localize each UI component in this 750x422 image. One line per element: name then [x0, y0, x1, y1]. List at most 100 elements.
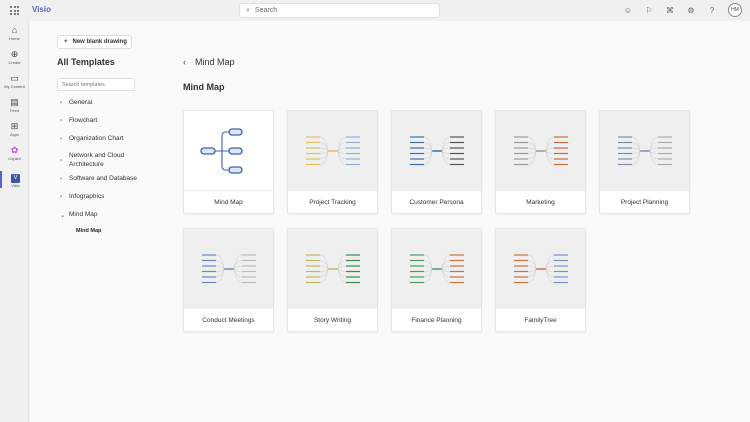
- category-general[interactable]: › General: [60, 99, 92, 106]
- category-organization-chart[interactable]: › Organization Chart: [60, 135, 124, 142]
- category-label: Software and Database: [69, 175, 137, 182]
- rail-copilot[interactable]: ✿ Copilot: [0, 145, 29, 161]
- template-label: FamilyTree: [496, 308, 585, 332]
- section-title: Mind Map: [183, 82, 225, 92]
- apps-icon: ⊞: [10, 121, 19, 131]
- main-area: [30, 21, 750, 422]
- template-card[interactable]: Marketing: [495, 110, 586, 214]
- rail-visio[interactable]: V Visio: [0, 171, 29, 188]
- chevron-right-icon: ›: [60, 157, 63, 164]
- template-thumbnail[interactable]: [392, 111, 481, 190]
- template-label: Project Planning: [600, 190, 689, 214]
- rail-label: Home: [9, 36, 20, 41]
- template-label: Customer Persona: [392, 190, 481, 214]
- app-launcher-icon[interactable]: [10, 6, 19, 15]
- all-templates-title: All Templates: [57, 57, 115, 67]
- template-thumbnail[interactable]: [496, 229, 585, 308]
- template-preview-icon: [617, 135, 672, 165]
- category-software-database[interactable]: › Software and Database: [60, 175, 137, 182]
- template-preview-icon: [305, 253, 360, 283]
- rail-feed[interactable]: ▤ Feed: [0, 97, 29, 113]
- chevron-down-icon: ⌄: [60, 212, 66, 219]
- search-icon: ⌕: [246, 6, 250, 14]
- template-label: Conduct Meetings: [184, 308, 273, 332]
- template-card[interactable]: Story Writing: [287, 228, 378, 332]
- template-preview-icon: [409, 253, 464, 283]
- template-thumbnail[interactable]: [184, 111, 273, 190]
- category-flowchart[interactable]: › Flowchart: [60, 117, 97, 124]
- app-name[interactable]: Visio: [32, 5, 51, 14]
- rail-label: Copilot: [8, 156, 21, 161]
- template-preview-icon: [513, 253, 568, 283]
- app-rail: ⌂ Home ⊕ Create ▭ My Content ▤ Feed ⊞ Apps ✿ C…: [0, 21, 29, 422]
- template-thumbnail[interactable]: [600, 111, 689, 190]
- template-thumbnail[interactable]: [288, 111, 377, 190]
- rail-my-content[interactable]: ▭ My Content: [0, 73, 29, 89]
- flag-icon[interactable]: ⚐: [644, 6, 654, 15]
- template-label: Project Tracking: [288, 190, 377, 214]
- back-header: ‹ Mind Map: [183, 57, 235, 67]
- visio-icon: V: [2, 171, 29, 183]
- smiley-icon[interactable]: ☺: [623, 6, 633, 15]
- template-label: Mind Map: [184, 190, 273, 214]
- template-preview-icon: [305, 135, 360, 165]
- copilot-icon: ✿: [10, 145, 19, 155]
- category-label: General: [69, 99, 93, 106]
- template-search-input[interactable]: Search templates: [57, 78, 135, 91]
- template-preview-icon: [409, 135, 464, 165]
- rail-label: Create: [8, 60, 21, 65]
- category-network[interactable]: › Network and Cloud Architecture: [60, 152, 139, 169]
- megaphone-icon[interactable]: ⌘: [665, 6, 675, 15]
- category-infographics[interactable]: › Infographics: [60, 193, 104, 200]
- template-thumbnail[interactable]: [496, 111, 585, 190]
- template-preview-icon: [201, 253, 256, 283]
- template-card[interactable]: Finance Planning: [391, 228, 482, 332]
- mind-map-diagram-icon: [199, 127, 243, 174]
- category-label: Organization Chart: [69, 135, 124, 142]
- rail-label: Feed: [9, 108, 20, 113]
- template-card[interactable]: Mind Map: [183, 110, 274, 214]
- template-card[interactable]: Customer Persona: [391, 110, 482, 214]
- category-label: Infographics: [69, 193, 105, 200]
- back-chevron-icon[interactable]: ‹: [183, 57, 186, 67]
- template-card[interactable]: Project Planning: [599, 110, 690, 214]
- gear-icon[interactable]: ⚙: [686, 6, 696, 15]
- button-label: New blank drawing: [72, 39, 127, 45]
- chevron-right-icon: ›: [60, 99, 63, 106]
- rail-home[interactable]: ⌂ Home: [0, 25, 29, 41]
- help-icon[interactable]: ?: [707, 6, 717, 15]
- category-label: Mind Map: [69, 211, 98, 218]
- rail-label: My Content: [4, 84, 25, 89]
- category-label: Network and Cloud Architecture: [69, 152, 125, 168]
- rail-label: Apps: [9, 132, 20, 137]
- category-mind-map[interactable]: ⌄ Mind Map: [60, 211, 98, 219]
- template-label: Marketing: [496, 190, 585, 214]
- plus-circle-icon: ⊕: [10, 49, 19, 59]
- rail-apps[interactable]: ⊞ Apps: [0, 121, 29, 137]
- template-thumbnail[interactable]: [184, 229, 273, 308]
- template-card[interactable]: Project Tracking: [287, 110, 378, 214]
- template-label: Story Writing: [288, 308, 377, 332]
- feed-icon: ▤: [10, 97, 19, 107]
- folder-icon: ▭: [10, 73, 19, 83]
- avatar[interactable]: HM: [728, 3, 742, 17]
- template-card[interactable]: Conduct Meetings: [183, 228, 274, 332]
- page-title: Mind Map: [195, 57, 235, 67]
- template-label: Finance Planning: [392, 308, 481, 332]
- chevron-right-icon: ›: [60, 117, 63, 124]
- plus-icon: +: [64, 39, 68, 45]
- new-blank-drawing-button[interactable]: + New blank drawing: [57, 35, 132, 49]
- chevron-right-icon: ›: [60, 175, 63, 182]
- search-placeholder: Search: [254, 7, 278, 14]
- template-preview-icon: [513, 135, 568, 165]
- search-input[interactable]: ⌕ Search: [239, 3, 440, 18]
- rail-create[interactable]: ⊕ Create: [0, 49, 29, 65]
- home-icon: ⌂: [11, 25, 18, 35]
- category-label: Flowchart: [69, 117, 98, 124]
- template-thumbnail[interactable]: [288, 229, 377, 308]
- subcategory-mind-map[interactable]: Mind Map: [76, 228, 101, 234]
- template-thumbnail[interactable]: [392, 229, 481, 308]
- top-bar: Visio ⌕ Search ☺ ⚐ ⌘ ⚙ ? HM: [0, 0, 750, 21]
- rail-label: Visio: [11, 183, 20, 188]
- template-card[interactable]: FamilyTree: [495, 228, 586, 332]
